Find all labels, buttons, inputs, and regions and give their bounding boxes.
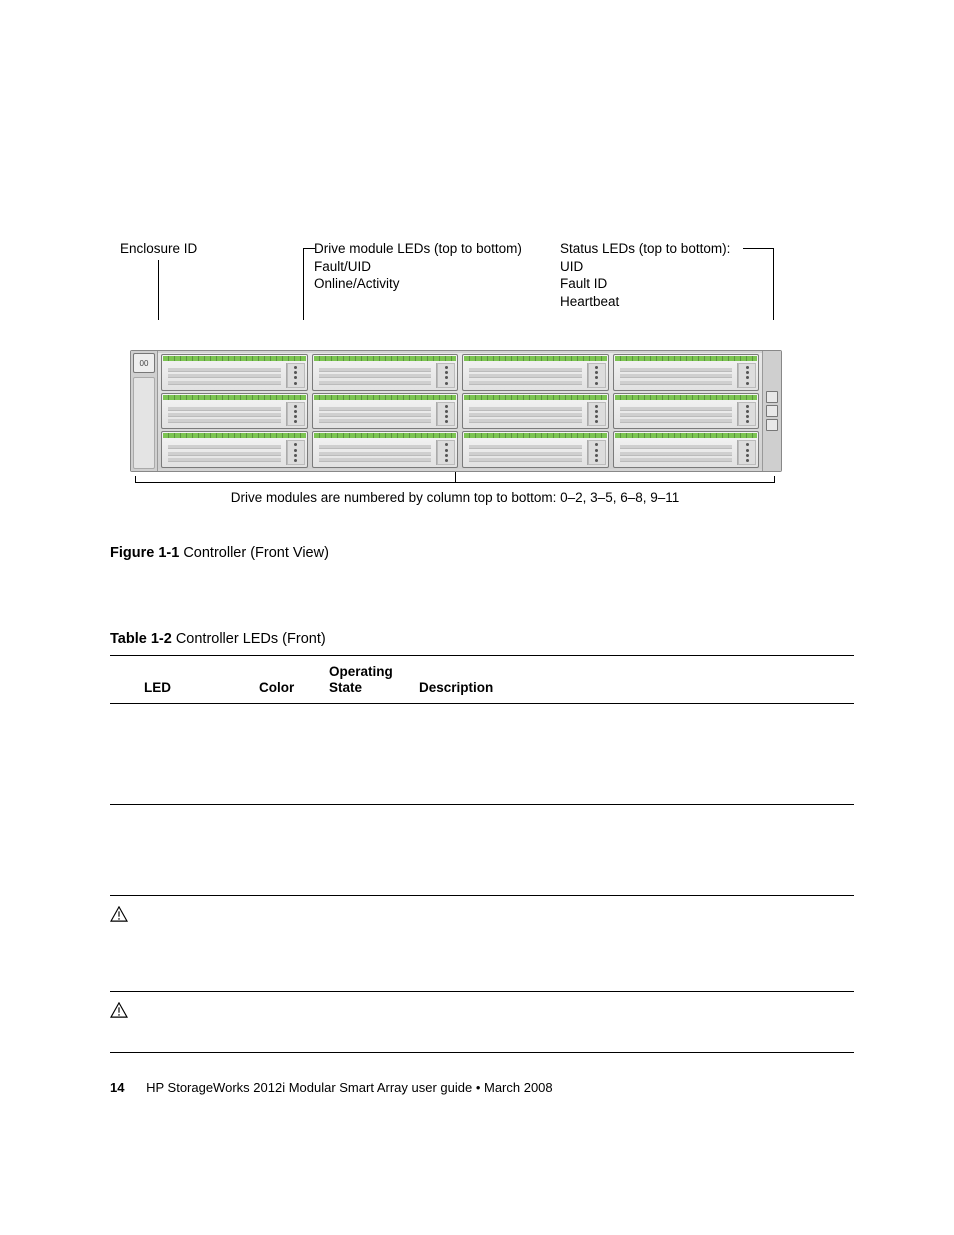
front-view-diagram: Enclosure ID Drive module LEDs (top to b… (110, 240, 854, 505)
callout-text: Fault/UID (314, 258, 522, 276)
callout-text: Fault ID (560, 275, 730, 293)
th-led: LED (144, 656, 259, 704)
drive-bay (161, 393, 308, 430)
footer-text: HP StorageWorks 2012i Modular Smart Arra… (146, 1080, 553, 1095)
table-row (110, 704, 854, 805)
table-row (110, 896, 854, 992)
warning-icon (110, 906, 128, 922)
enclosure-id-display: 00 (133, 353, 155, 373)
drive-bay (161, 354, 308, 391)
leader-line (303, 248, 315, 249)
enclosure-graphic: 00 (130, 350, 782, 472)
leader-line (158, 260, 159, 320)
th-description: Description (419, 656, 854, 704)
callout-status-leds: Status LEDs (top to bottom): UID Fault I… (560, 240, 730, 310)
page-footer: 14 HP StorageWorks 2012i Modular Smart A… (110, 1080, 553, 1095)
th-text: State (329, 680, 362, 695)
enclosure-left-panel (133, 377, 155, 469)
table-row (110, 992, 854, 1053)
leader-line (303, 248, 304, 320)
controller-leds-table: LED Color Operating State Description (110, 655, 854, 1053)
table-title: Controller LEDs (Front) (176, 631, 326, 647)
page-number: 14 (110, 1080, 124, 1095)
diagram-footnote: Drive modules are numbered by column top… (135, 490, 775, 505)
drive-bay (613, 393, 760, 430)
drive-bay (613, 354, 760, 391)
figure-title: Controller (Front View) (183, 545, 329, 561)
drive-bays (158, 351, 762, 471)
table-label: Table 1-2 (110, 631, 172, 647)
drive-bay (613, 431, 760, 468)
callout-text: Heartbeat (560, 293, 730, 311)
drive-bay (462, 354, 609, 391)
callout-text: Enclosure ID (120, 240, 197, 258)
callout-drive-leds: Drive module LEDs (top to bottom) Fault/… (314, 240, 522, 293)
drive-bay (312, 431, 459, 468)
table-caption: Table 1-2 Controller LEDs (Front) (110, 631, 854, 647)
table-row (110, 805, 854, 896)
th-text: Operating (329, 664, 393, 679)
drive-bay (462, 431, 609, 468)
bay-row (161, 354, 759, 391)
figure-caption: Figure 1-1 Controller (Front View) (110, 545, 854, 561)
drive-bay (462, 393, 609, 430)
drive-bay (161, 431, 308, 468)
callout-enclosure-id: Enclosure ID (120, 240, 197, 258)
th-operating-state: Operating State (329, 656, 419, 704)
callout-text: UID (560, 258, 730, 276)
table-header-row: LED Color Operating State Description (110, 656, 854, 704)
th-color: Color (259, 656, 329, 704)
diagram-bottom-bracket (135, 472, 775, 486)
callout-text: Online/Activity (314, 275, 522, 293)
status-led-icon (766, 419, 778, 431)
bay-row (161, 431, 759, 468)
status-led-panel (762, 351, 781, 471)
warning-icon (110, 1002, 128, 1018)
bay-row (161, 393, 759, 430)
figure-label: Figure 1-1 (110, 545, 179, 561)
diagram-callouts: Enclosure ID Drive module LEDs (top to b… (110, 240, 854, 350)
status-led-icon (766, 391, 778, 403)
status-led-icon (766, 405, 778, 417)
leader-line (773, 248, 774, 320)
leader-line (743, 248, 773, 249)
callout-text: Status LEDs (top to bottom): (560, 240, 730, 258)
callout-text: Drive module LEDs (top to bottom) (314, 240, 522, 258)
drive-bay (312, 393, 459, 430)
document-page: Enclosure ID Drive module LEDs (top to b… (0, 0, 954, 1235)
drive-bay (312, 354, 459, 391)
enclosure-left-ear: 00 (131, 351, 158, 471)
